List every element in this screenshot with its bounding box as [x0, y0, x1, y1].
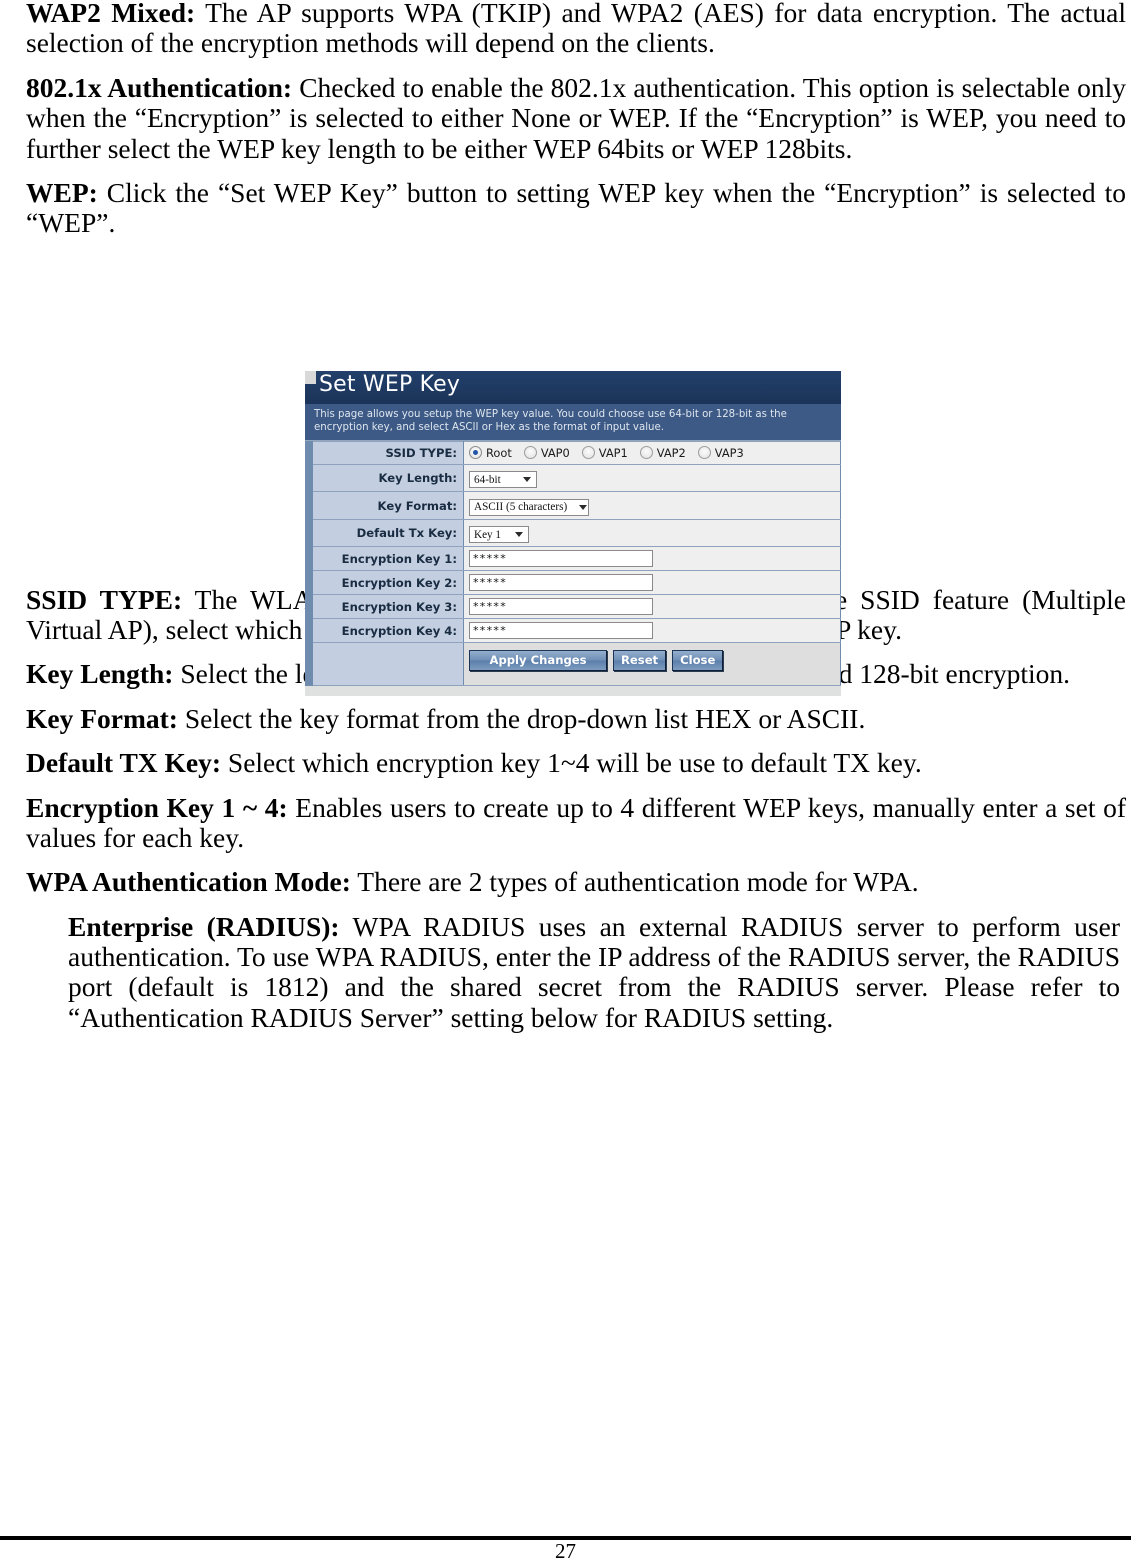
- paragraph-lead-default-tx-key: Default TX Key:: [26, 747, 222, 779]
- radio-icon-vap1[interactable]: [581, 446, 595, 460]
- table-row-key-format: Key Format: ASCII (5 characters): [305, 491, 841, 520]
- radio-icon-vap3[interactable]: [697, 446, 711, 460]
- encryption-key-1-input[interactable]: *****: [469, 550, 653, 568]
- label-encryption-key-2: Encryption Key 2:: [305, 570, 464, 596]
- label-encryption-key-3: Encryption Key 3:: [305, 594, 464, 620]
- table-row-encryption-key-4: Encryption Key 4: *****: [305, 618, 841, 644]
- field-actions: Apply Changes Reset Close: [463, 642, 841, 687]
- label-encryption-key-4: Encryption Key 4:: [305, 618, 464, 644]
- default-tx-key-value: Key 1: [474, 528, 502, 541]
- paragraph-wpa-auth-mode: WPA Authentication Mode: There are 2 typ…: [26, 867, 1126, 897]
- field-key-format: ASCII (5 characters): [463, 491, 841, 520]
- label-key-format: Key Format:: [305, 491, 464, 520]
- radio-option-vap1[interactable]: VAP1: [581, 445, 628, 460]
- dialog-corner-marker: [305, 371, 316, 384]
- radio-icon-vap2[interactable]: [639, 446, 653, 460]
- default-tx-key-select[interactable]: Key 1: [469, 526, 529, 544]
- manual-page: WAP2 Mixed: The AP supports WPA (TKIP) a…: [0, 0, 1131, 1563]
- apply-changes-button[interactable]: Apply Changes: [469, 650, 607, 672]
- table-row-ssid-type: SSID TYPE: Root VAP0 VAP1 VAP2 VAP3: [305, 440, 841, 465]
- table-row-default-tx-key: Default Tx Key: Key 1: [305, 518, 841, 548]
- paragraph-lead-ssid-type: SSID TYPE:: [26, 583, 183, 615]
- field-key-length: 64-bit: [463, 463, 841, 493]
- paragraph-lead-wpa-auth-mode: WPA Authentication Mode:: [26, 866, 351, 898]
- paragraph-enterprise-radius: Enterprise (RADIUS): WPA RADIUS uses an …: [68, 910, 1120, 1034]
- label-actions-empty: [305, 642, 464, 687]
- radio-label-vap1: VAP1: [598, 445, 628, 460]
- table-row-actions: Apply Changes Reset Close: [305, 642, 841, 687]
- radio-icon-vap0[interactable]: [523, 446, 537, 460]
- paragraph-default-tx-key: Default TX Key: Select which encryption …: [26, 747, 1126, 779]
- radio-option-root[interactable]: Root: [469, 446, 512, 460]
- paragraph-wep: WEP: Click the “Set WEP Key” button to s…: [26, 176, 1126, 239]
- table-row-key-length: Key Length: 64-bit: [305, 463, 841, 493]
- chevron-down-icon[interactable]: [523, 477, 531, 483]
- chevron-down-icon[interactable]: [579, 504, 588, 510]
- field-encryption-key-4: *****: [463, 618, 841, 644]
- key-length-select[interactable]: 64-bit: [469, 471, 537, 489]
- close-button[interactable]: Close: [672, 650, 724, 672]
- label-default-tx-key: Default Tx Key:: [305, 518, 464, 548]
- paragraph-text-wpa-auth-mode: There are 2 types of authentication mode…: [350, 866, 919, 898]
- radio-label-vap2: VAP2: [656, 445, 686, 460]
- dialog-title: Set WEP Key: [319, 372, 461, 397]
- label-encryption-key-1: Encryption Key 1:: [305, 546, 464, 572]
- paragraph-key-format: Key Format: Select the key format from t…: [26, 702, 1126, 734]
- paragraph-wap2-mixed: WAP2 Mixed: The AP supports WPA (TKIP) a…: [26, 0, 1126, 59]
- encryption-key-3-input[interactable]: *****: [469, 598, 653, 616]
- paragraph-lead-wep: WEP:: [26, 176, 98, 208]
- set-wep-key-dialog: Set WEP Key This page allows you setup t…: [305, 371, 841, 696]
- field-ssid-type: Root VAP0 VAP1 VAP2 VAP3: [463, 440, 841, 465]
- key-format-select[interactable]: ASCII (5 characters): [469, 498, 589, 516]
- radio-label-vap3: VAP3: [714, 445, 744, 460]
- table-row-encryption-key-1: Encryption Key 1: *****: [305, 546, 841, 572]
- set-wep-key-dialog-figure: Set WEP Key This page allows you setup t…: [305, 371, 841, 696]
- page-number: 27: [555, 1539, 576, 1563]
- paragraph-text-default-tx-key: Select which encryption key 1~4 will be …: [221, 747, 922, 779]
- field-encryption-key-2: *****: [463, 570, 841, 596]
- table-row-encryption-key-3: Encryption Key 3: *****: [305, 594, 841, 620]
- key-format-value: ASCII (5 characters): [474, 501, 568, 514]
- dialog-description: This page allows you setup the WEP key v…: [305, 404, 841, 441]
- paragraph-lead-enterprise-radius: Enterprise (RADIUS):: [68, 910, 340, 942]
- paragraph-lead-encryption-key-1-4: Encryption Key 1 ~ 4:: [26, 791, 288, 823]
- radio-label-vap0: VAP0: [540, 445, 570, 460]
- paragraph-lead-key-length: Key Length:: [26, 658, 174, 690]
- paragraph-dot1x-auth: 802.1x Authentication: Checked to enable…: [26, 71, 1126, 164]
- encryption-key-4-input[interactable]: *****: [469, 622, 653, 640]
- label-ssid-type: SSID TYPE:: [305, 440, 464, 465]
- chevron-down-icon[interactable]: [515, 532, 523, 538]
- ssid-type-radio-group[interactable]: Root VAP0 VAP1 VAP2 VAP3: [469, 446, 840, 460]
- label-key-length: Key Length:: [305, 463, 464, 493]
- radio-label-root: Root: [486, 445, 512, 460]
- field-encryption-key-3: *****: [463, 594, 841, 620]
- dialog-button-bar: Apply Changes Reset Close: [469, 650, 840, 672]
- radio-icon-root[interactable]: [469, 446, 482, 460]
- key-length-value: 64-bit: [474, 473, 501, 486]
- paragraph-text-key-format: Select the key format from the drop-down…: [177, 702, 866, 734]
- paragraph-lead-wap2-mixed: WAP2 Mixed:: [26, 0, 196, 28]
- paragraph-encryption-key-1-4: Encryption Key 1 ~ 4: Enables users to c…: [26, 791, 1126, 854]
- radio-option-vap0[interactable]: VAP0: [523, 445, 570, 460]
- dialog-header: Set WEP Key: [305, 371, 841, 404]
- reset-button[interactable]: Reset: [613, 650, 667, 672]
- radio-option-vap3[interactable]: VAP3: [697, 445, 744, 460]
- wep-key-settings-table: SSID TYPE: Root VAP0 VAP1 VAP2 VAP3 Key …: [305, 440, 841, 687]
- paragraph-lead-key-format: Key Format:: [26, 702, 178, 734]
- field-encryption-key-1: *****: [463, 546, 841, 572]
- radio-option-vap2[interactable]: VAP2: [639, 445, 686, 460]
- field-default-tx-key: Key 1: [463, 518, 841, 548]
- table-row-encryption-key-2: Encryption Key 2: *****: [305, 570, 841, 596]
- paragraph-text-wep: Click the “Set WEP Key” button to settin…: [26, 176, 1126, 239]
- encryption-key-2-input[interactable]: *****: [469, 574, 653, 592]
- paragraph-lead-dot1x-auth: 802.1x Authentication:: [26, 71, 293, 103]
